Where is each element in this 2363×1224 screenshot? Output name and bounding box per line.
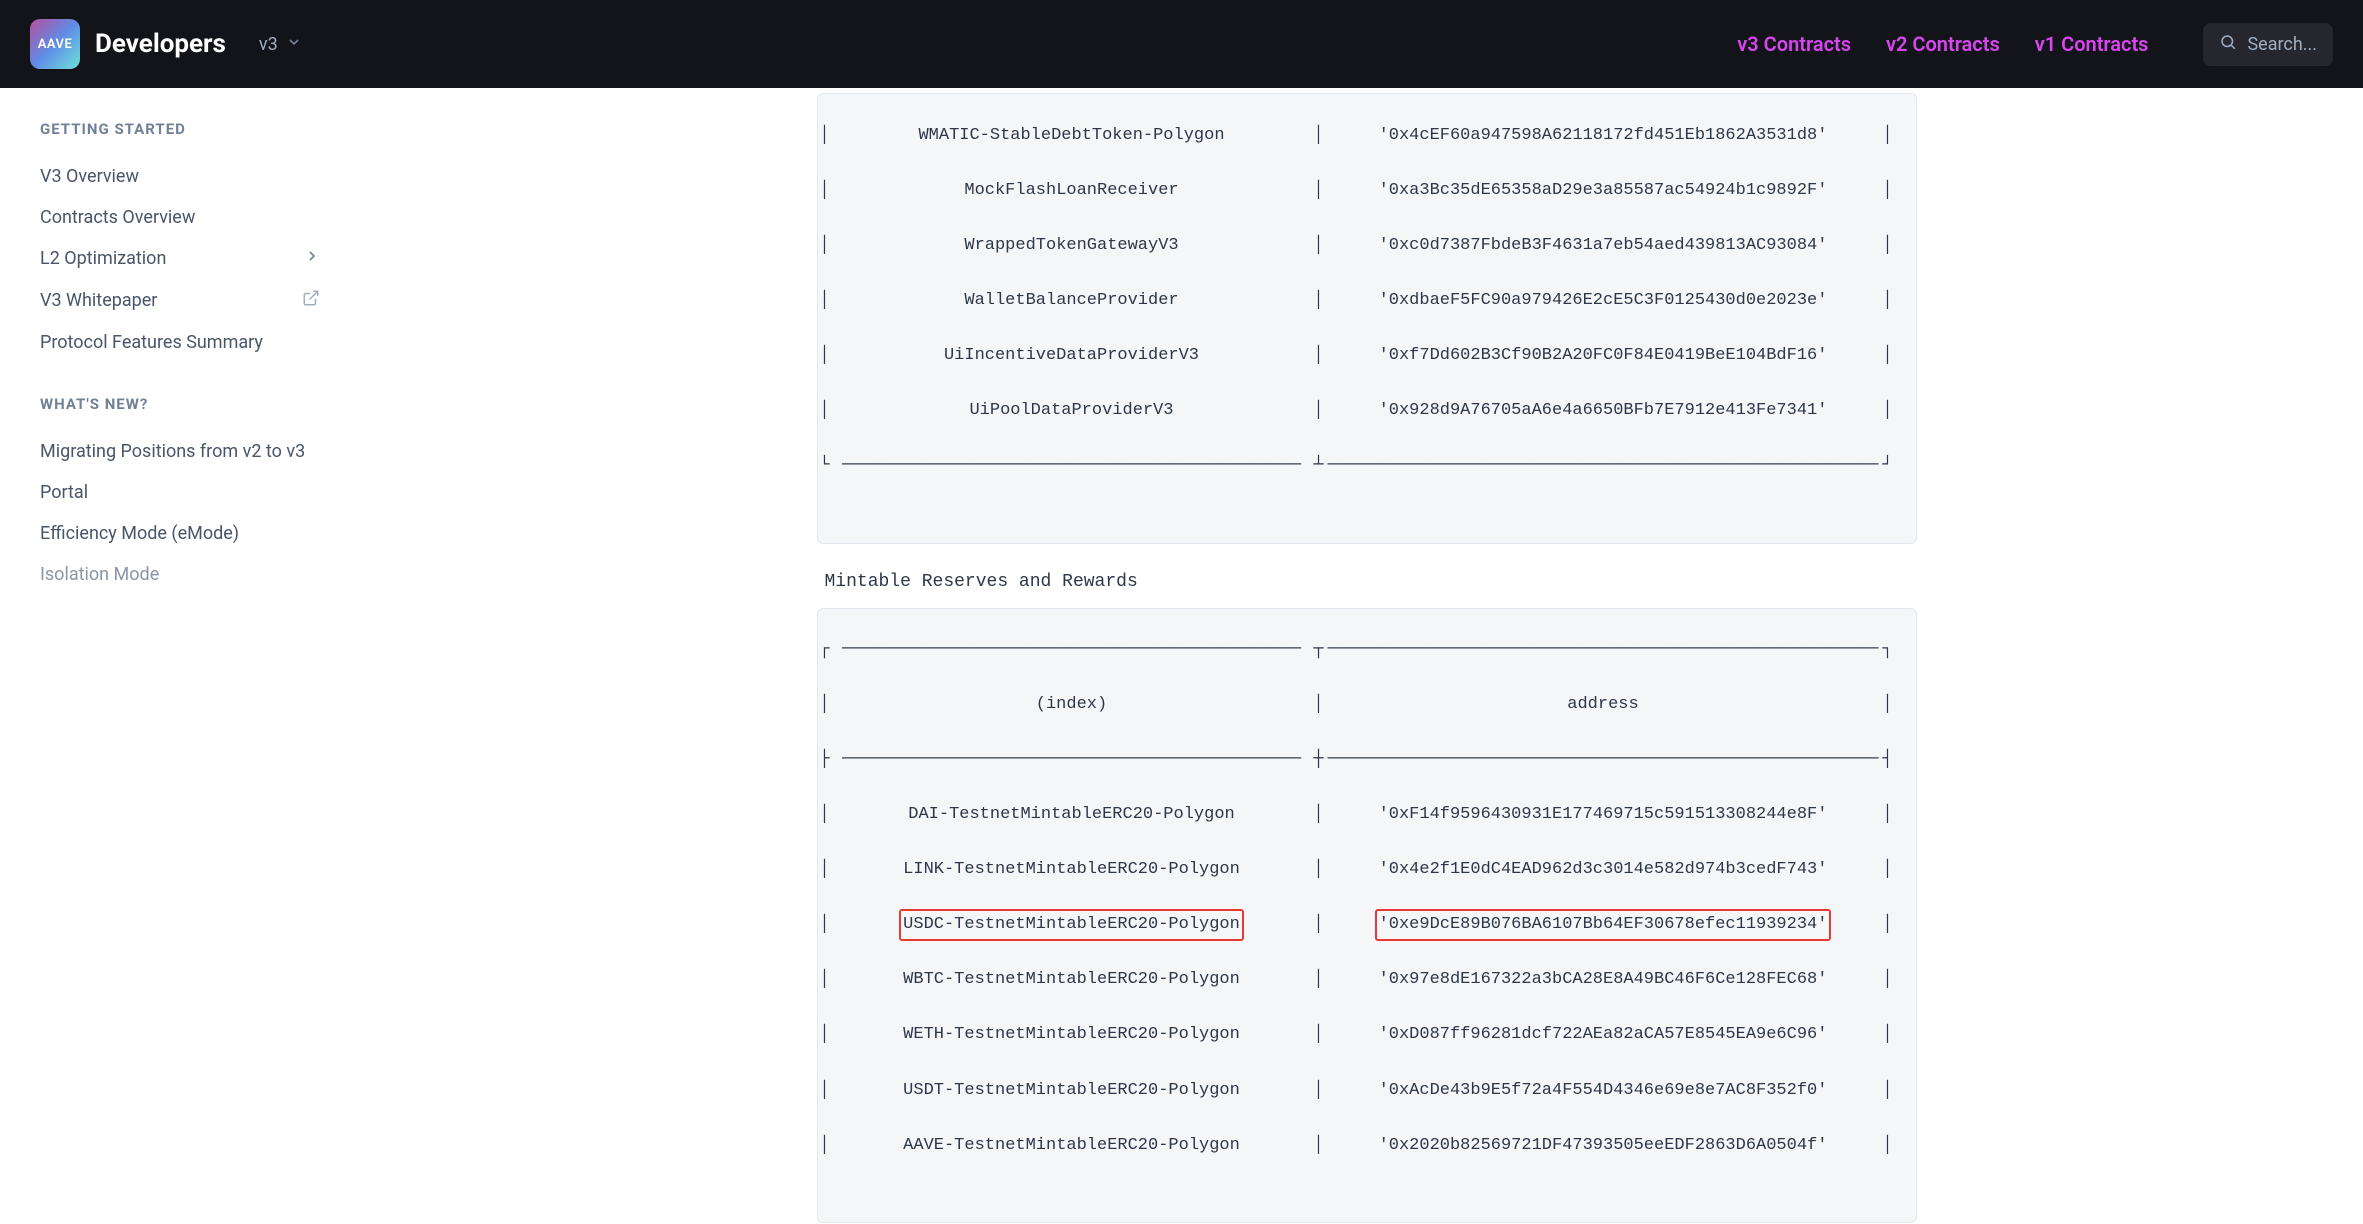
- table-row: │LINK-TestnetMintableERC20-Polygon│'0x4e…: [818, 856, 1916, 884]
- header-bar: AAVE Developers v3 v3 Contracts v2 Contr…: [0, 0, 2363, 88]
- table-header: │(index)│address│: [818, 691, 1916, 719]
- sidebar-item-migrating[interactable]: Migrating Positions from v2 to v3: [40, 431, 350, 472]
- nav-v2-contracts[interactable]: v2 Contracts: [1886, 32, 2000, 56]
- header-right: v3 Contracts v2 Contracts v1 Contracts S…: [1737, 23, 2333, 66]
- sidebar-item-v3-whitepaper[interactable]: V3 Whitepaper: [40, 279, 350, 322]
- contracts-table-1: │WMATIC-StableDebtToken-Polygon│'0x4cEF6…: [817, 93, 1917, 544]
- table-row: │UiIncentiveDataProviderV3│'0xf7Dd602B3C…: [818, 342, 1916, 370]
- chevron-down-icon: [286, 34, 302, 55]
- sidebar-item-features-summary[interactable]: Protocol Features Summary: [40, 322, 350, 363]
- search-label: Search...: [2247, 34, 2317, 55]
- table-border: └───────────────────────────────────────…: [818, 452, 1916, 480]
- sidebar-item-contracts-overview[interactable]: Contracts Overview: [40, 197, 350, 238]
- highlight-usdc-addr: '0xe9DcE89B076BA6107Bb64EF30678efec11939…: [1375, 909, 1832, 941]
- aave-logo[interactable]: AAVE: [30, 19, 80, 69]
- sidebar: GETTING STARTED V3 Overview Contracts Ov…: [0, 88, 350, 1223]
- search-icon: [2219, 33, 2237, 56]
- section-title-mintable: Mintable Reserves and Rewards: [825, 572, 1917, 592]
- table-border: ├───────────────────────────────────────…: [818, 746, 1916, 774]
- sidebar-item-emode[interactable]: Efficiency Mode (eMode): [40, 513, 350, 554]
- nav-v1-contracts[interactable]: v1 Contracts: [2035, 32, 2149, 56]
- table-row: │WalletBalanceProvider│'0xdbaeF5FC90a979…: [818, 287, 1916, 315]
- contracts-table-2: ┌───────────────────────────────────────…: [817, 608, 1917, 1224]
- sidebar-item-l2-optimization[interactable]: L2 Optimization: [40, 238, 350, 279]
- sidebar-item-portal[interactable]: Portal: [40, 472, 350, 513]
- header-left: AAVE Developers v3: [30, 19, 302, 69]
- table-row: │MockFlashLoanReceiver│'0xa3Bc35dE65358a…: [818, 177, 1916, 205]
- sidebar-section-getting-started: GETTING STARTED: [40, 120, 350, 138]
- table-row: │AAVE-TestnetMintableERC20-Polygon│'0x20…: [818, 1132, 1916, 1160]
- search-button[interactable]: Search...: [2203, 23, 2333, 66]
- version-label: v3: [259, 34, 278, 55]
- table-row: │WMATIC-StableDebtToken-Polygon│'0x4cEF6…: [818, 122, 1916, 150]
- nav-v3-contracts[interactable]: v3 Contracts: [1737, 32, 1851, 56]
- version-dropdown[interactable]: v3: [259, 34, 302, 55]
- table-border: ┌───────────────────────────────────────…: [818, 636, 1916, 664]
- table-row: │WBTC-TestnetMintableERC20-Polygon│'0x97…: [818, 966, 1916, 994]
- chevron-right-icon: [304, 248, 320, 269]
- table-row: │WrappedTokenGatewayV3│'0xc0d7387FbdeB3F…: [818, 232, 1916, 260]
- table-row: │WETH-TestnetMintableERC20-Polygon│'0xD0…: [818, 1021, 1916, 1049]
- sidebar-item-isolation[interactable]: Isolation Mode: [40, 554, 350, 585]
- table-row-highlighted: │USDC-TestnetMintableERC20-Polygon│'0xe9…: [818, 911, 1916, 939]
- table-row: │USDT-TestnetMintableERC20-Polygon│'0xAc…: [818, 1077, 1916, 1105]
- brand-title: Developers: [95, 29, 226, 59]
- table-row: │UiPoolDataProviderV3│'0x928d9A76705aA6e…: [818, 397, 1916, 425]
- highlight-usdc-name: USDC-TestnetMintableERC20-Polygon: [899, 909, 1244, 941]
- external-link-icon: [302, 289, 320, 312]
- table-row: │DAI-TestnetMintableERC20-Polygon│'0xF14…: [818, 801, 1916, 829]
- sidebar-item-v3-overview[interactable]: V3 Overview: [40, 156, 350, 197]
- content-area: │WMATIC-StableDebtToken-Polygon│'0x4cEF6…: [350, 88, 2363, 1223]
- sidebar-section-whats-new: WHAT'S NEW?: [40, 395, 350, 413]
